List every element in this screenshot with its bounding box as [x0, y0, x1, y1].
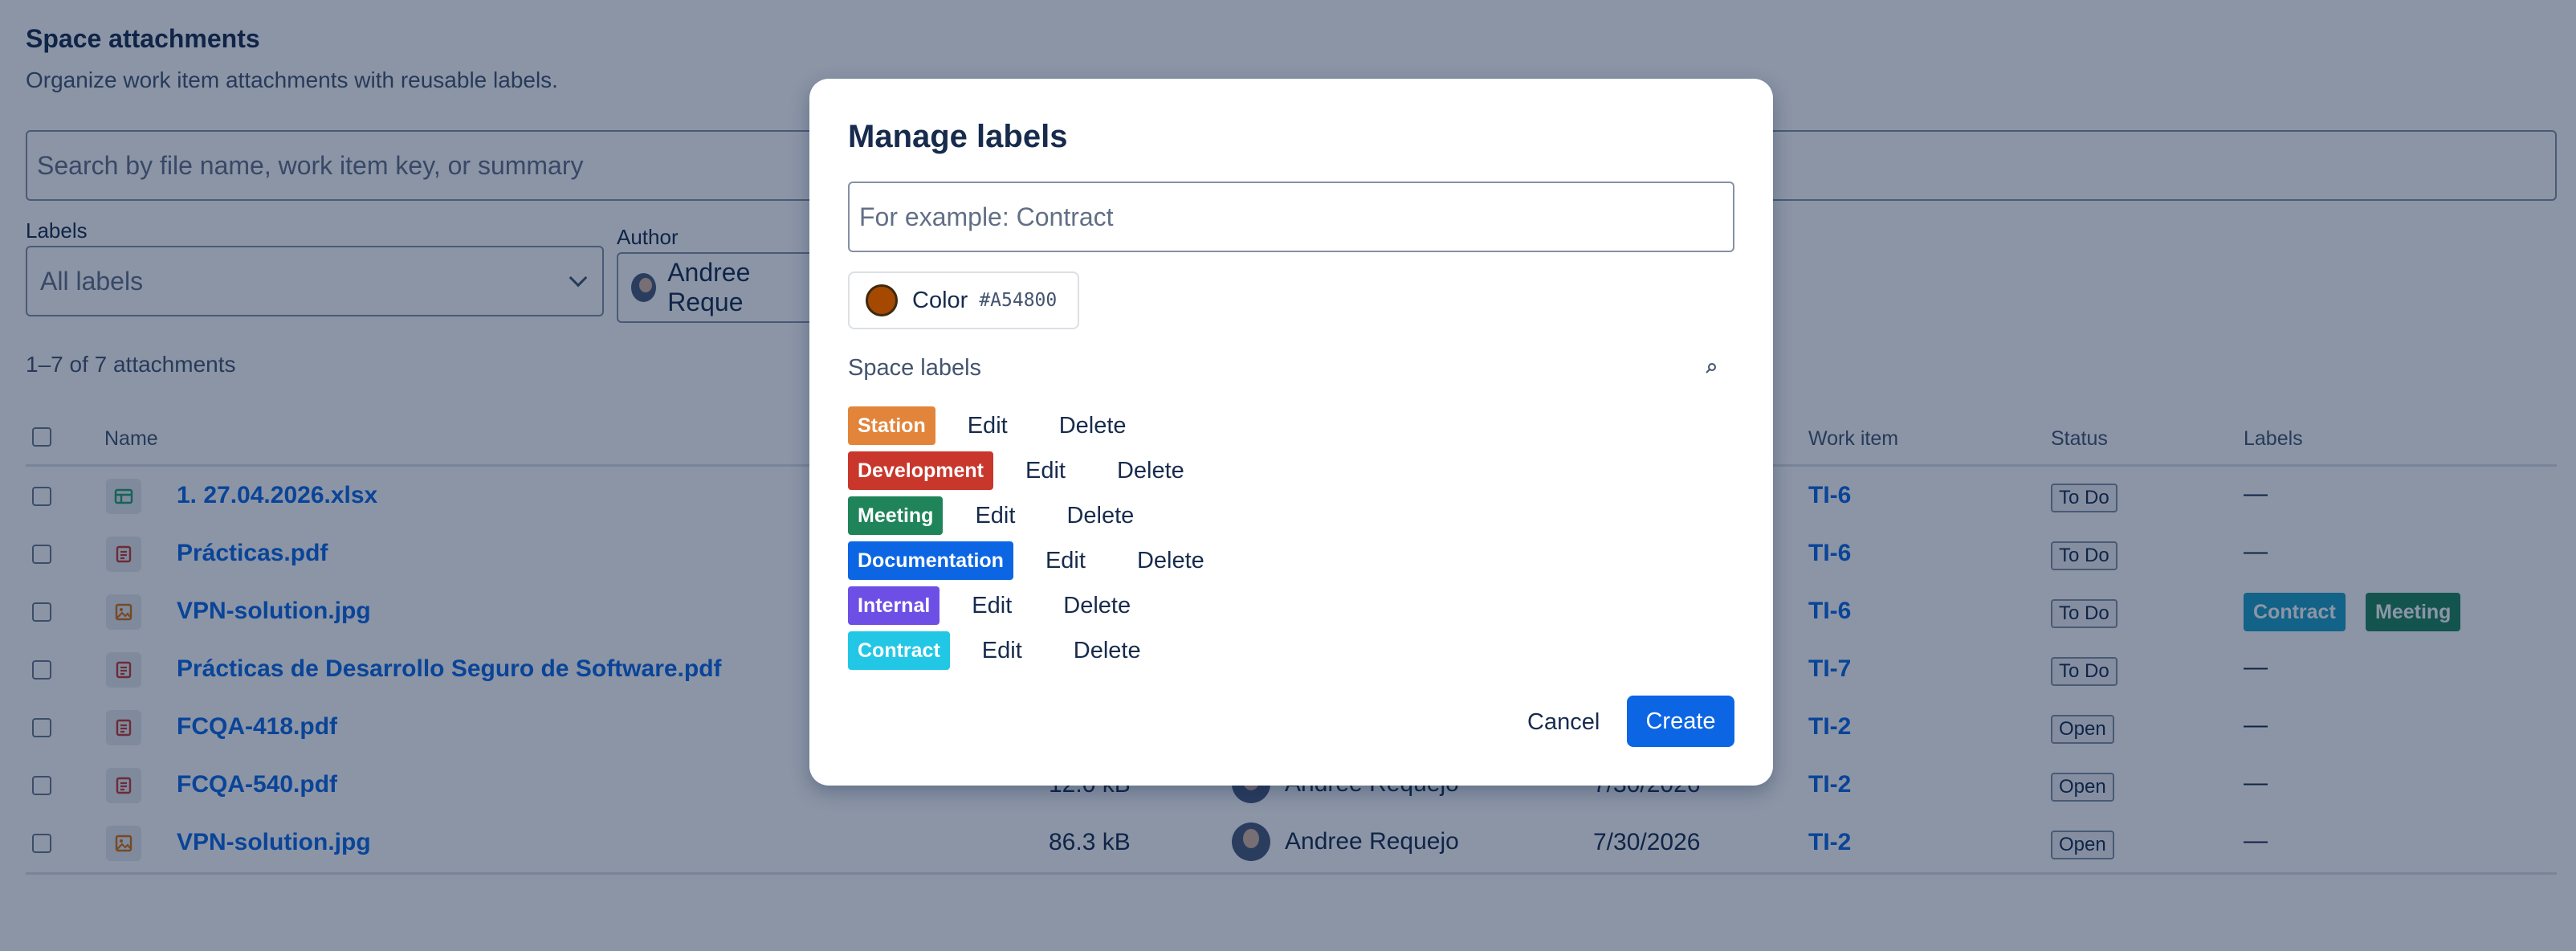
- space-label-row: Meeting Edit Delete: [848, 496, 1134, 535]
- create-button[interactable]: Create: [1627, 696, 1734, 747]
- space-label-row: Contract Edit Delete: [848, 631, 1141, 670]
- edit-label-button[interactable]: Edit: [1025, 458, 1066, 484]
- edit-label-button[interactable]: Edit: [982, 638, 1022, 664]
- color-picker-button[interactable]: Color #A54800: [848, 271, 1079, 329]
- space-labels-heading: Space labels: [848, 355, 982, 381]
- label-chip: Meeting: [848, 496, 944, 535]
- color-swatch: [866, 284, 898, 316]
- delete-label-button[interactable]: Delete: [1063, 593, 1131, 619]
- edit-label-button[interactable]: Edit: [968, 413, 1008, 439]
- delete-label-button[interactable]: Delete: [1117, 458, 1184, 484]
- delete-label-button[interactable]: Delete: [1137, 548, 1204, 574]
- label-chip: Development: [848, 451, 993, 490]
- color-hex-value: #A54800: [979, 290, 1058, 311]
- space-label-row: Station Edit Delete: [848, 406, 1127, 445]
- search-icon[interactable]: [1706, 360, 1717, 378]
- edit-label-button[interactable]: Edit: [1045, 548, 1086, 574]
- space-label-row: Internal Edit Delete: [848, 586, 1131, 625]
- label-chip: Contract: [848, 631, 950, 670]
- space-label-row: Development Edit Delete: [848, 451, 1184, 490]
- label-chip: Internal: [848, 586, 940, 625]
- delete-label-button[interactable]: Delete: [1059, 413, 1127, 439]
- edit-label-button[interactable]: Edit: [975, 503, 1015, 529]
- color-label: Color: [912, 287, 968, 313]
- dialog-title: Manage labels: [848, 119, 1068, 154]
- manage-labels-dialog: Manage labels Color #A54800 Space labels…: [809, 79, 1773, 786]
- space-label-row: Documentation Edit Delete: [848, 541, 1204, 580]
- delete-label-button[interactable]: Delete: [1074, 638, 1141, 664]
- label-name-input[interactable]: [848, 182, 1734, 252]
- delete-label-button[interactable]: Delete: [1066, 503, 1134, 529]
- label-chip: Documentation: [848, 541, 1013, 580]
- edit-label-button[interactable]: Edit: [972, 593, 1012, 619]
- cancel-button[interactable]: Cancel: [1514, 697, 1612, 747]
- label-chip: Station: [848, 406, 935, 445]
